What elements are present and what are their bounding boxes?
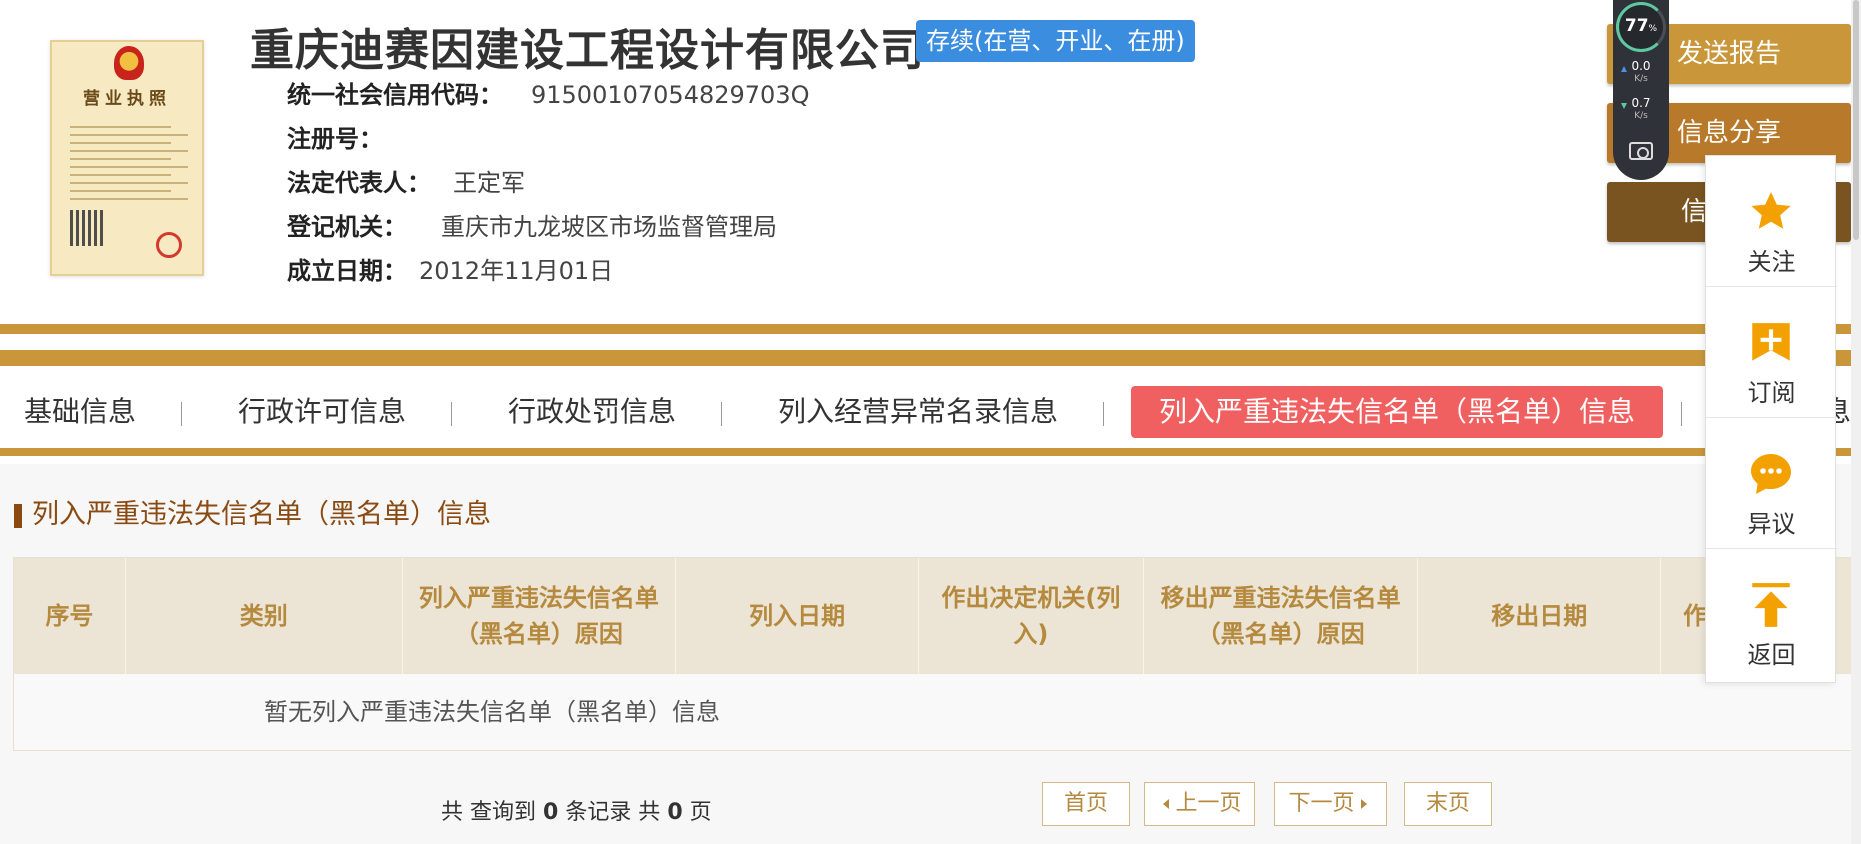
license-title: 营业执照 (83, 89, 171, 109)
info-value: 重庆市九龙坡区市场监督管理局 (441, 213, 777, 241)
arrow-down-icon (1621, 103, 1627, 109)
blacklist-table: 序号 类别 列入严重违法失信名单（黑名单）原因 列入日期 作出决定机关(列入) … (13, 557, 1861, 751)
th-list-date: 列入日期 (676, 558, 919, 674)
info-row-legal-rep: 法定代表人： 王定军 (287, 164, 809, 208)
status-badge: 存续(在营、开业、在册) (916, 20, 1195, 62)
th-remove-date: 移出日期 (1418, 558, 1662, 674)
side-item-label: 订阅 (1747, 379, 1796, 407)
prev-page-label: 上一页 (1175, 791, 1242, 816)
info-value: 王定军 (453, 169, 525, 197)
main-content: 列入严重违法失信名单（黑名单）信息 序号 类别 列入严重违法失信名单（黑名单）原… (0, 464, 1861, 844)
info-label: 注册号： (287, 125, 383, 153)
floating-side-panel: 关注 订阅 异议 返回 (1705, 155, 1837, 683)
pager-text: 共 查询到 (441, 800, 536, 825)
download-value: 0.7 (1631, 96, 1651, 110)
speed-unit: K/s (1634, 74, 1648, 84)
table-header: 序号 类别 列入严重违法失信名单（黑名单）原因 列入日期 作出决定机关(列入) … (14, 558, 1860, 674)
company-info-list: 统一社会信用代码： 91500107054829703Q 注册号： 法定代表人： 王… (287, 76, 809, 296)
arrow-up-icon (1621, 66, 1627, 72)
pager-summary: 共 查询到 0 条记录 共 0 页 (441, 794, 712, 826)
back-to-top-button[interactable]: 返回 (1706, 549, 1837, 680)
company-name: 重庆迪赛因建设工程设计有限公司 (250, 25, 925, 76)
side-item-label: 返回 (1747, 641, 1796, 669)
speed-unit: K/s (1634, 111, 1648, 121)
th-remove-reason: 移出严重违法失信名单（黑名单）原因 (1144, 558, 1419, 674)
tab-separator (1103, 402, 1104, 426)
license-text-lines (70, 120, 188, 206)
subscribe-button[interactable]: 订阅 (1706, 287, 1837, 418)
info-label: 法定代表人： (287, 169, 431, 197)
next-page-label: 下一页 (1288, 791, 1355, 816)
upload-value: 0.0 (1631, 59, 1651, 73)
divider (0, 324, 1851, 334)
tab-separator (181, 402, 182, 426)
next-page-button[interactable]: 下一页 (1274, 782, 1387, 826)
first-page-button[interactable]: 首页 (1042, 782, 1130, 826)
tab-admin-license[interactable]: 行政许可信息 (238, 386, 406, 438)
download-speed: 0.7 K/s (1613, 97, 1669, 123)
gauge-percent: 77 (1624, 16, 1649, 36)
scrollbar-thumb[interactable] (1853, 0, 1859, 240)
camera-icon[interactable] (1629, 142, 1653, 160)
pager-text: 条记录 共 (565, 800, 661, 825)
section-title: 列入严重违法失信名单（黑名单）信息 (14, 500, 491, 530)
side-item-label: 关注 (1747, 248, 1796, 276)
follow-button[interactable]: 关注 (1706, 156, 1837, 287)
last-page-button[interactable]: 末页 (1404, 782, 1492, 826)
qr-code-icon (70, 210, 106, 246)
scrollbar[interactable] (1851, 0, 1861, 844)
record-count: 0 (543, 800, 559, 825)
back-to-top-icon (1752, 583, 1790, 627)
cpu-gauge: 77% (1616, 2, 1666, 52)
tab-admin-penalty[interactable]: 行政处罚信息 (508, 386, 676, 438)
chevron-right-icon (1360, 799, 1367, 809)
info-label: 统一社会信用代码： (287, 81, 503, 109)
official-seal-icon (156, 232, 182, 258)
national-emblem-icon (114, 46, 144, 80)
table-empty-row: 暂无列入严重违法失信名单（黑名单）信息 (14, 674, 1860, 750)
info-label: 成立日期： (287, 257, 407, 285)
tab-bar: 基础信息 行政许可信息 行政处罚信息 列入经营异常名录信息 列入严重违法失信名单… (0, 366, 1851, 456)
th-category: 类别 (126, 558, 403, 674)
tab-blacklist[interactable]: 列入严重违法失信名单（黑名单）信息 (1131, 386, 1664, 438)
tab-separator (451, 402, 452, 426)
th-index: 序号 (14, 558, 126, 674)
info-row-reg-number: 注册号： (287, 120, 809, 164)
tab-separator (721, 402, 722, 426)
th-list-reason: 列入严重违法失信名单（黑名单）原因 (403, 558, 677, 674)
star-icon (1751, 192, 1791, 229)
subscribe-plus-icon (1752, 323, 1790, 361)
prev-page-button[interactable]: 上一页 (1144, 782, 1255, 826)
upload-speed: 0.0 K/s (1613, 60, 1669, 86)
objection-button[interactable]: 异议 (1706, 418, 1837, 549)
network-monitor-widget[interactable]: 77% 0.0 K/s 0.7 K/s (1613, 0, 1669, 180)
side-item-label: 异议 (1747, 510, 1796, 538)
tab-separator (1681, 402, 1682, 426)
page-count: 0 (667, 800, 683, 825)
info-row-founded-date: 成立日期： 2012年11月01日 (287, 252, 809, 296)
divider (0, 350, 1851, 366)
info-value: 2012年11月01日 (419, 257, 614, 285)
chat-bubble-icon (1751, 454, 1791, 494)
pager-text: 页 (689, 800, 712, 825)
tab-basic-info[interactable]: 基础信息 (24, 386, 136, 438)
chevron-left-icon (1163, 799, 1170, 809)
tab-abnormal-list[interactable]: 列入经营异常名录信息 (778, 386, 1058, 438)
th-list-authority: 作出决定机关(列入) (919, 558, 1144, 674)
gauge-percent-unit: % (1648, 24, 1658, 34)
info-value: 91500107054829703Q (531, 81, 810, 109)
info-label: 登记机关： (287, 213, 407, 241)
business-license-image: 营业执照 (50, 40, 204, 276)
info-row-credit-code: 统一社会信用代码： 91500107054829703Q (287, 76, 809, 120)
info-row-authority: 登记机关： 重庆市九龙坡区市场监督管理局 (287, 208, 809, 252)
